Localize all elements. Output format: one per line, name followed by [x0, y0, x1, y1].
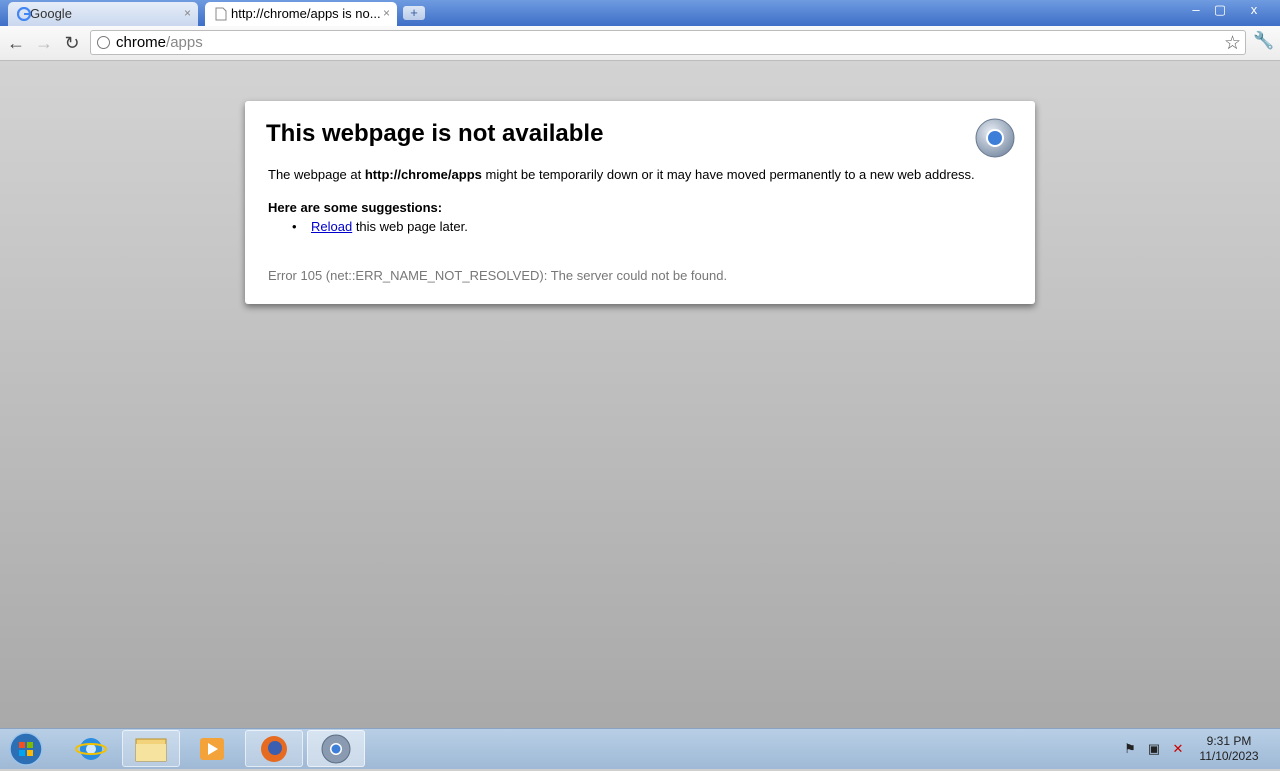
restore-button[interactable]: ▢ [1208, 2, 1232, 18]
tab-label: Google [30, 6, 72, 21]
reload-icon: ↻ [64, 33, 80, 53]
page-content: This webpage is not available The webpag… [0, 61, 1280, 728]
suggestion-item: • Reload this web page later. [292, 219, 468, 234]
network-icon[interactable]: ▣ [1146, 741, 1162, 757]
error-title: This webpage is not available [266, 120, 604, 147]
tab-close-icon[interactable]: × [184, 2, 191, 25]
bookmark-star-icon[interactable]: ☆ [1224, 32, 1241, 55]
file-explorer-taskbar-button[interactable] [122, 730, 180, 767]
reload-button[interactable]: ↻ [61, 32, 83, 54]
volume-muted-icon[interactable]: ✕ [1170, 741, 1186, 757]
media-player-icon[interactable] [183, 730, 241, 767]
close-window-button[interactable]: x [1242, 2, 1266, 18]
suggestions-heading: Here are some suggestions: [268, 200, 443, 215]
clock-time: 9:31 PM [1206, 734, 1252, 748]
tab-label: http://chrome/apps is no... [231, 6, 381, 21]
page-icon [215, 7, 227, 21]
error-code: Error 105 (net::ERR_NAME_NOT_RESOLVED): … [268, 268, 728, 283]
browser-toolbar: ← → ↻ chrome/apps ☆ 🔧 [0, 26, 1280, 61]
failed-url: http://chrome/apps [364, 167, 482, 182]
start-orb-icon[interactable] [6, 731, 46, 767]
browser-titlebar: Google × http://chrome/apps is no... × +… [0, 0, 1280, 26]
action-center-flag-icon[interactable]: ⚑ [1122, 741, 1138, 757]
bullet-icon: • [292, 219, 311, 234]
arrow-left-icon: ← [7, 33, 25, 53]
address-path: /apps [166, 34, 203, 51]
firefox-taskbar-button[interactable] [245, 730, 303, 767]
tab-chrome-apps[interactable]: http://chrome/apps is no... × [205, 2, 397, 26]
description-suffix: might be temporarily down or it may have… [481, 167, 975, 182]
system-clock[interactable]: 9:31 PM 11/10/2023 [1196, 734, 1262, 764]
wrench-menu-icon[interactable]: 🔧 [1253, 31, 1274, 53]
firefox-icon [261, 736, 287, 762]
arrow-right-icon: → [35, 33, 53, 53]
new-tab-button[interactable]: + [403, 6, 425, 20]
forward-button[interactable]: → [33, 32, 55, 54]
error-card: This webpage is not available The webpag… [245, 101, 1035, 304]
address-host: chrome [116, 34, 167, 51]
chrome-logo-icon [975, 118, 1015, 158]
clock-date: 11/10/2023 [1199, 749, 1259, 763]
windows-taskbar: ⚑ ▣ ✕ 9:31 PM 11/10/2023 [0, 728, 1280, 769]
description-prefix: The webpage at [268, 167, 365, 182]
reload-suffix: this web page later. [352, 219, 468, 234]
internet-explorer-icon[interactable] [62, 730, 120, 767]
file-explorer-icon [135, 738, 167, 762]
chrome-taskbar-button[interactable] [307, 730, 365, 767]
chrome-icon [321, 734, 351, 764]
address-bar[interactable]: chrome/apps ☆ [90, 30, 1246, 55]
reload-link[interactable]: Reload [311, 219, 352, 234]
tab-google[interactable]: Google × [8, 2, 198, 26]
google-icon [17, 7, 31, 21]
minimize-button[interactable]: – [1184, 2, 1208, 18]
back-button[interactable]: ← [5, 32, 27, 54]
error-description: The webpage at http://chrome/apps might … [268, 167, 975, 182]
address-text[interactable]: chrome/apps [116, 34, 203, 51]
globe-icon [97, 36, 110, 49]
tab-close-icon[interactable]: × [383, 2, 390, 25]
